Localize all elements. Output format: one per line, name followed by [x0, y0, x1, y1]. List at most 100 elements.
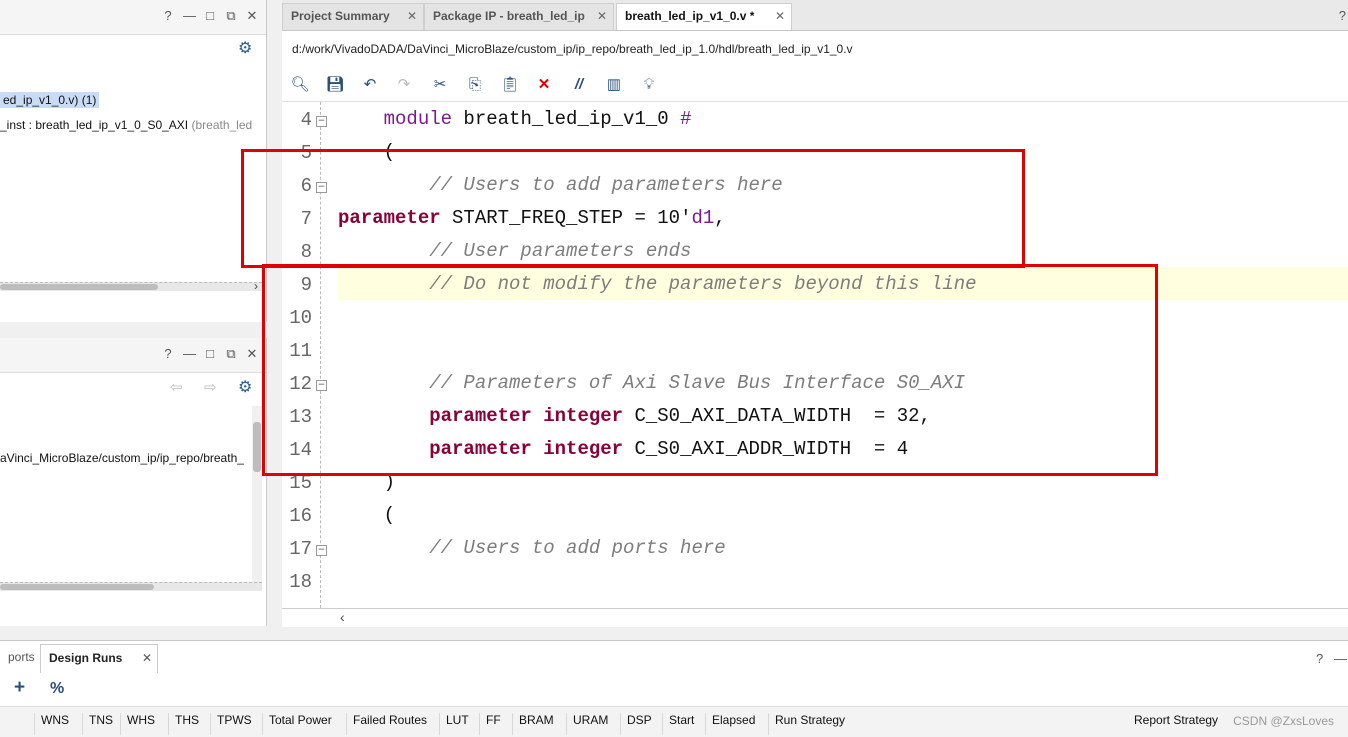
gear-icon[interactable]: ⚙: [238, 38, 252, 58]
tab-label: Package IP - breath_led_ip: [433, 9, 585, 23]
annotation-box-user-params: [241, 149, 1025, 268]
column-header[interactable]: LUT: [439, 713, 469, 735]
cut-icon[interactable]: ✂: [430, 75, 450, 95]
editor-hscrollbar[interactable]: ‹: [282, 608, 1348, 627]
file-path-bar: d:/work/VivadoDADA/DaVinci_MicroBlaze/cu…: [282, 31, 1348, 69]
close-icon[interactable]: ✕: [597, 4, 607, 29]
sources-panel-header: ? — □ ⧉ ✕: [0, 0, 266, 35]
comment-icon[interactable]: //: [569, 75, 589, 95]
line-number: 18: [289, 571, 312, 593]
gear-icon[interactable]: ⚙: [238, 377, 252, 397]
file-path-text: aVinci_MicroBlaze/custom_ip/ip_repo/brea…: [0, 451, 244, 465]
column-header[interactable]: DSP: [620, 713, 652, 735]
close-icon[interactable]: ✕: [142, 651, 152, 665]
code-token: #: [680, 108, 692, 130]
column-header[interactable]: Report Strategy: [1128, 713, 1218, 735]
column-header[interactable]: THS: [168, 713, 199, 735]
vscroll-thumb[interactable]: [253, 422, 261, 472]
minimize-icon[interactable]: —: [183, 8, 196, 24]
help-icon[interactable]: ?: [162, 346, 174, 362]
help-icon[interactable]: ?: [162, 8, 174, 24]
column-header[interactable]: TNS: [82, 713, 113, 735]
properties-window-controls: ? — □ ⧉ ✕: [162, 346, 258, 362]
runs-table-header: WNS TNS WHS THS TPWS Total Power Failed Routes…: [0, 706, 1348, 737]
tab-design-runs[interactable]: Design Runs: [40, 644, 158, 673]
chevron-left-icon[interactable]: ‹: [340, 609, 345, 625]
help-icon[interactable]: ?: [1316, 651, 1323, 666]
search-icon[interactable]: 🔍︎: [290, 75, 310, 95]
sources-hscrollbar[interactable]: [0, 282, 262, 291]
tab-label: breath_led_ip_v1_0.v *: [625, 9, 755, 23]
float-icon[interactable]: ⧉: [225, 346, 237, 362]
fold-toggle-icon[interactable]: −: [316, 116, 327, 127]
tab-reports[interactable]: ports: [0, 644, 43, 672]
column-header[interactable]: FF: [479, 713, 501, 735]
float-icon[interactable]: ⧉: [225, 8, 237, 24]
undo-icon[interactable]: ↶: [360, 75, 380, 95]
sources-panel: ? — □ ⧉ ✕ ⚙ ed_ip_v1_0.v) (1) _inst : br…: [0, 0, 267, 322]
code-token: (: [338, 504, 396, 526]
properties-hscrollbar[interactable]: [0, 582, 262, 591]
help-icon[interactable]: ?: [1339, 8, 1346, 23]
delete-icon[interactable]: ✕: [534, 75, 554, 95]
tab-breath-led-ip-v1-0[interactable]: breath_led_ip_v1_0.v * ✕: [616, 3, 792, 30]
paste-icon[interactable]: 📋︎: [500, 75, 520, 95]
save-icon[interactable]: 💾︎: [325, 75, 345, 95]
close-icon[interactable]: ✕: [246, 346, 258, 362]
column-header[interactable]: Start: [662, 713, 694, 735]
chevron-right-icon[interactable]: ›: [254, 279, 258, 293]
lightbulb-icon[interactable]: 💡︎: [639, 75, 659, 95]
code-line: // Users to add ports here: [338, 537, 726, 559]
forward-arrow-icon[interactable]: ⇨: [204, 378, 217, 396]
column-header[interactable]: Total Power: [262, 713, 332, 735]
add-run-button[interactable]: +: [14, 677, 25, 699]
sources-hscroll-thumb[interactable]: [0, 284, 158, 290]
tab-label: Design Runs: [49, 651, 123, 665]
editor-toolbar: 🔍︎ 💾︎ ↶ ↷ ✂ ⎘ 📋︎ ✕ // ▥ 💡︎: [282, 69, 1348, 102]
properties-hscroll-thumb[interactable]: [0, 584, 154, 590]
sources-window-controls: ? — □ ⧉ ✕: [162, 8, 258, 24]
maximize-icon[interactable]: □: [204, 346, 216, 362]
columns-icon[interactable]: ▥: [604, 75, 624, 95]
watermark: CSDN @ZxsLoves: [1233, 714, 1334, 728]
code-line: (: [338, 504, 395, 526]
column-header[interactable]: Run Strategy: [768, 713, 845, 735]
close-icon[interactable]: ✕: [407, 4, 417, 29]
properties-panel-header: ? — □ ⧉ ✕: [0, 338, 266, 373]
close-icon[interactable]: ✕: [775, 4, 785, 29]
column-header[interactable]: BRAM: [512, 713, 554, 735]
tab-project-summary[interactable]: Project Summary ✕: [282, 3, 424, 30]
minimize-icon[interactable]: —: [183, 346, 196, 362]
tree-item-label: _inst : breath_led_ip_v1_0_S0_AXI: [0, 118, 189, 132]
column-header[interactable]: WHS: [120, 713, 155, 735]
column-header[interactable]: TPWS: [210, 713, 252, 735]
copy-icon[interactable]: ⎘: [465, 75, 485, 95]
maximize-icon[interactable]: □: [204, 8, 216, 24]
code-token: // Users to add ports here: [429, 537, 726, 559]
close-icon[interactable]: ✕: [246, 8, 258, 24]
redo-icon[interactable]: ↷: [394, 75, 414, 95]
column-header[interactable]: URAM: [566, 713, 608, 735]
window-controls-icon[interactable]: —: [1334, 651, 1347, 666]
column-header[interactable]: Failed Routes: [346, 713, 427, 735]
column-header[interactable]: Elapsed: [705, 713, 755, 735]
line-number: 16: [289, 505, 312, 527]
back-arrow-icon[interactable]: ⇦: [170, 378, 183, 396]
tree-item-axi-instance[interactable]: _inst : breath_led_ip_v1_0_S0_AXI (breat…: [0, 118, 252, 132]
file-path: d:/work/VivadoDADA/DaVinci_MicroBlaze/cu…: [292, 42, 853, 56]
tree-item-top-module[interactable]: ed_ip_v1_0.v) (1): [0, 92, 100, 108]
design-runs-panel: ports Design Runs ✕ ? — + % WNS TNS WHS THS…: [0, 640, 1348, 737]
fold-toggle-icon[interactable]: −: [316, 545, 327, 556]
properties-panel: ? — □ ⧉ ✕ ⇦ ⇨ ⚙ aVinci_MicroBlaze/custom…: [0, 338, 267, 626]
properties-vscrollbar[interactable]: [252, 406, 262, 582]
column-header[interactable]: WNS: [34, 713, 69, 735]
code-token: breath_led_ip_v1_0: [452, 108, 681, 130]
line-number: 4: [300, 109, 312, 131]
tree-item-suffix: (breath_led: [191, 118, 253, 132]
tab-package-ip[interactable]: Package IP - breath_led_ip ✕: [424, 3, 614, 30]
line-number: 17: [289, 538, 312, 560]
annotation-box-axi-params: [262, 264, 1158, 476]
percent-button[interactable]: %: [50, 680, 64, 698]
